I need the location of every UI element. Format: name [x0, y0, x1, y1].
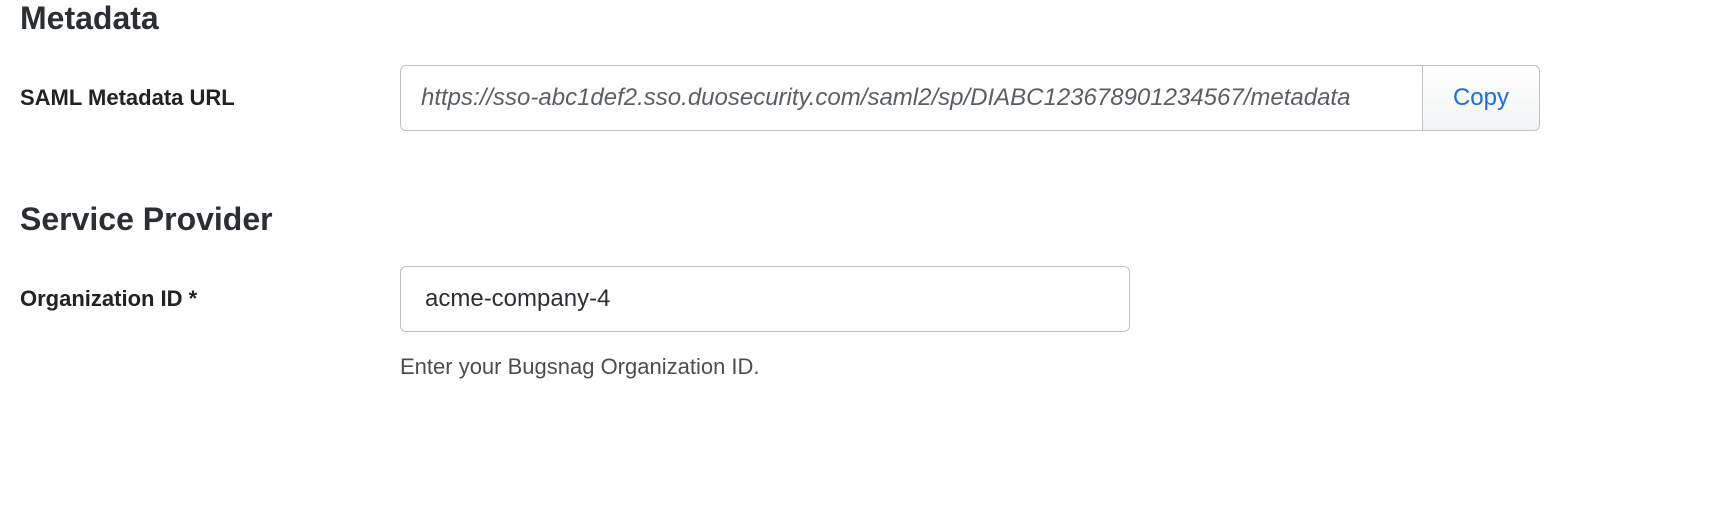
- saml-url-row: SAML Metadata URL https://sso-abc1def2.s…: [20, 65, 1716, 131]
- metadata-heading: Metadata: [20, 0, 1716, 37]
- saml-url-group: https://sso-abc1def2.sso.duosecurity.com…: [400, 65, 1540, 131]
- org-id-row: Organization ID * Enter your Bugsnag Org…: [20, 266, 1716, 380]
- saml-url-value[interactable]: https://sso-abc1def2.sso.duosecurity.com…: [400, 65, 1422, 131]
- organization-id-input[interactable]: [400, 266, 1130, 332]
- org-id-help: Enter your Bugsnag Organization ID.: [400, 354, 1716, 380]
- service-provider-section: Service Provider Organization ID * Enter…: [20, 201, 1716, 380]
- saml-url-control: https://sso-abc1def2.sso.duosecurity.com…: [400, 65, 1716, 131]
- saml-url-label: SAML Metadata URL: [20, 65, 400, 111]
- copy-button[interactable]: Copy: [1422, 65, 1540, 131]
- org-id-label: Organization ID *: [20, 266, 400, 312]
- service-provider-heading: Service Provider: [20, 201, 1716, 238]
- metadata-section: Metadata SAML Metadata URL https://sso-a…: [20, 0, 1716, 131]
- org-id-control: Enter your Bugsnag Organization ID.: [400, 266, 1716, 380]
